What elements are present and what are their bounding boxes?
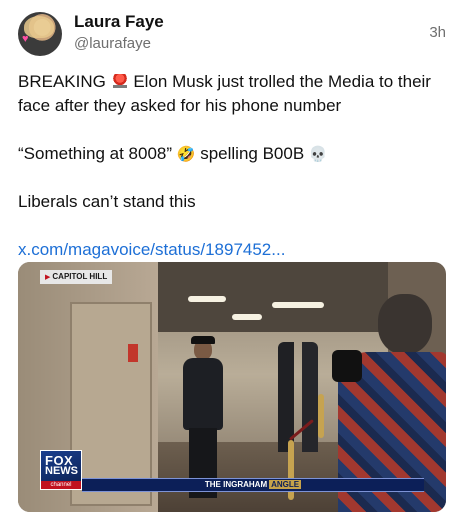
show-name: THE INGRAHAM [204,480,268,489]
author-name[interactable]: Laura Faye [74,12,164,32]
fire-alarm-box [128,344,138,362]
ceiling-light [232,314,262,320]
post-media-video[interactable]: ▶ CAPITOL HILL FOX NEWS channel THE INGRA… [18,262,446,512]
siren-icon [112,74,127,88]
author-handle[interactable]: @laurafaye [74,35,151,52]
post-paragraph-2: “Something at 8008” 🤣 spelling B00B 💀 [18,142,448,166]
play-triangle-icon: ▶ [45,274,51,281]
ceiling-light [272,302,324,308]
post-link[interactable]: x.com/magavoice/status/1897452... [18,240,285,259]
logo-channel-text: channel [41,481,81,489]
ceiling-light [188,296,226,302]
post-quote: “Something at 8008” [18,144,173,163]
post-paragraph-3: Liberals can’t stand this [18,192,196,211]
background-people [278,342,318,452]
police-officer [181,336,225,500]
breaking-label: BREAKING [18,72,106,91]
show-name-accent: ANGLE [269,480,302,489]
post-timestamp[interactable]: 3h [429,24,446,41]
show-banner: THE INGRAHAM ANGLE [82,478,424,492]
avatar[interactable]: ♥ [18,12,62,56]
laughing-emoji-icon: 🤣 [176,145,196,163]
location-tag: ▶ CAPITOL HILL [40,270,113,284]
hallway-door [70,302,152,506]
post-body: BREAKING Elon Musk just trolled the Medi… [18,70,448,262]
network-logo: FOX NEWS channel [40,450,82,490]
logo-text-bottom: NEWS [45,465,78,477]
post-line2-rest: spelling B00B [200,144,305,163]
heart-icon: ♥ [22,33,29,45]
camera-icon [332,350,362,382]
skull-emoji-icon: 💀 [308,145,328,163]
post-paragraph-1: BREAKING Elon Musk just trolled the Medi… [18,70,448,118]
